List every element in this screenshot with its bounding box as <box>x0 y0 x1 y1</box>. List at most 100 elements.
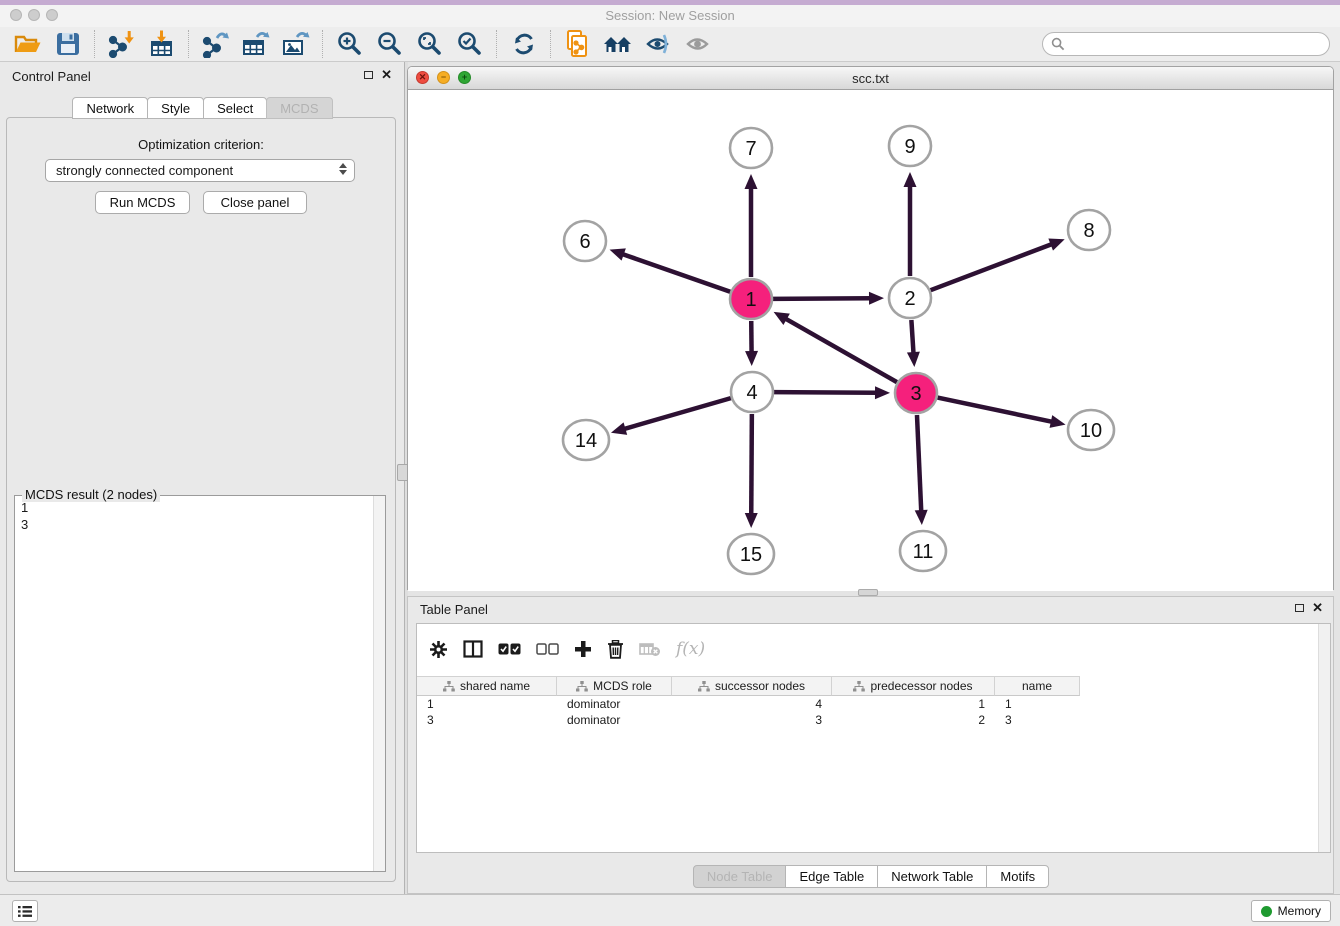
tab-network-table[interactable]: Network Table <box>877 865 987 888</box>
column-type-icon <box>853 681 865 692</box>
graph-edge-1-6[interactable] <box>610 248 731 291</box>
float-panel-icon[interactable] <box>364 71 373 79</box>
tab-select[interactable]: Select <box>203 97 267 119</box>
cell-mcds-role[interactable]: dominator <box>557 697 672 711</box>
graph-edge-3-11[interactable] <box>915 415 928 525</box>
network-file-icon[interactable] <box>558 28 598 60</box>
home-icon[interactable] <box>598 28 638 60</box>
delete-column-icon[interactable] <box>607 640 624 659</box>
deselect-all-icon[interactable] <box>536 643 559 655</box>
column-header-predecessor-nodes[interactable]: predecessor nodes <box>832 676 995 696</box>
mcds-result-item: 1 <box>21 499 373 516</box>
result-scrollbar[interactable] <box>373 496 385 871</box>
graph-node-3[interactable]: 3 <box>895 373 937 413</box>
tab-motifs[interactable]: Motifs <box>986 865 1049 888</box>
status-bar: Memory <box>0 894 1340 926</box>
tab-style[interactable]: Style <box>147 97 204 119</box>
node-label: 15 <box>740 544 762 566</box>
cell-shared-name[interactable]: 3 <box>417 713 557 727</box>
graph-edge-3-10[interactable] <box>938 398 1066 428</box>
tab-edge-table[interactable]: Edge Table <box>785 865 878 888</box>
graph-node-6[interactable]: 6 <box>564 221 606 261</box>
task-history-button[interactable] <box>12 900 38 922</box>
graph-edge-1-4[interactable] <box>745 321 758 366</box>
toolbar-separator <box>188 30 190 58</box>
graph-node-7[interactable]: 7 <box>730 128 772 168</box>
table-scrollbar[interactable] <box>1318 624 1330 852</box>
graph-node-9[interactable]: 9 <box>889 126 931 166</box>
zoom-selected-icon[interactable] <box>450 28 490 60</box>
tab-node-table[interactable]: Node Table <box>693 865 787 888</box>
graph-node-15[interactable]: 15 <box>728 534 774 574</box>
zoom-in-icon[interactable] <box>330 28 370 60</box>
close-panel-button[interactable]: Close panel <box>203 191 307 214</box>
import-network-icon[interactable] <box>102 28 142 60</box>
tab-network[interactable]: Network <box>72 97 148 119</box>
export-network-icon[interactable] <box>196 28 236 60</box>
cell-predecessor-nodes[interactable]: 2 <box>832 713 995 727</box>
cell-shared-name[interactable]: 1 <box>417 697 557 711</box>
table-row[interactable]: 1dominator411 <box>417 696 1318 712</box>
cell-name[interactable]: 3 <box>995 713 1080 727</box>
graph-node-11[interactable]: 11 <box>900 531 946 571</box>
delete-table-icon[interactable] <box>639 642 661 657</box>
column-header-mcds-role[interactable]: MCDS role <box>557 676 672 696</box>
cell-successor-nodes[interactable]: 3 <box>672 713 832 727</box>
show-panel-icon[interactable] <box>678 28 718 60</box>
add-column-icon[interactable] <box>574 640 592 658</box>
cell-name[interactable]: 1 <box>995 697 1080 711</box>
graph-edge-1-7[interactable] <box>745 174 758 277</box>
column-header-shared-name[interactable]: shared name <box>417 676 557 696</box>
split-columns-icon[interactable] <box>463 640 483 658</box>
graph-edge-2-8[interactable] <box>931 238 1065 290</box>
zoom-out-icon[interactable] <box>370 28 410 60</box>
node-label: 4 <box>746 382 757 404</box>
criterion-dropdown[interactable]: strongly connected component <box>45 159 355 182</box>
select-all-icon[interactable] <box>498 643 521 655</box>
graph-edge-4-14[interactable] <box>611 398 731 435</box>
export-table-icon[interactable] <box>236 28 276 60</box>
search-input[interactable] <box>1042 32 1330 56</box>
gear-icon[interactable] <box>429 640 448 659</box>
graph-edge-3-1[interactable] <box>774 312 897 382</box>
import-table-icon[interactable] <box>142 28 182 60</box>
graph-edge-4-3[interactable] <box>774 386 890 399</box>
graph-node-10[interactable]: 10 <box>1068 410 1114 450</box>
close-panel-icon[interactable]: ✕ <box>381 70 392 80</box>
mcds-result-item: 3 <box>21 516 373 533</box>
memory-status-icon <box>1261 906 1272 917</box>
graph-node-4[interactable]: 4 <box>731 372 773 412</box>
hide-panel-icon[interactable] <box>638 28 678 60</box>
graph-edge-2-3[interactable] <box>907 320 920 367</box>
graph-node-8[interactable]: 8 <box>1068 210 1110 250</box>
graph-node-1[interactable]: 1 <box>730 279 772 319</box>
function-builder-icon[interactable]: f(x) <box>676 639 705 659</box>
save-session-icon[interactable] <box>48 28 88 60</box>
tab-mcds[interactable]: MCDS <box>266 97 332 119</box>
criterion-value: strongly connected component <box>56 163 233 178</box>
graph-node-14[interactable]: 14 <box>563 420 609 460</box>
cell-predecessor-nodes[interactable]: 1 <box>832 697 995 711</box>
network-window-titlebar[interactable]: ✕ − + scc.txt <box>408 67 1333 90</box>
float-table-panel-icon[interactable] <box>1295 604 1304 612</box>
cell-mcds-role[interactable]: dominator <box>557 713 672 727</box>
graph-edge-1-2[interactable] <box>773 292 884 305</box>
export-image-icon[interactable] <box>276 28 316 60</box>
close-table-panel-icon[interactable]: ✕ <box>1312 603 1323 613</box>
run-mcds-button[interactable]: Run MCDS <box>95 191 190 214</box>
column-header-successor-nodes[interactable]: successor nodes <box>672 676 832 696</box>
mcds-result-list[interactable]: 13 <box>15 499 373 869</box>
graph-node-2[interactable]: 2 <box>889 278 931 318</box>
zoom-fit-icon[interactable] <box>410 28 450 60</box>
memory-button[interactable]: Memory <box>1251 900 1331 922</box>
graph-edge-4-15[interactable] <box>745 414 758 528</box>
horizontal-splitter-handle[interactable] <box>858 589 878 596</box>
session-title: Session: New Session <box>0 8 1340 23</box>
open-session-icon[interactable] <box>8 28 48 60</box>
refresh-layout-icon[interactable] <box>504 28 544 60</box>
cell-successor-nodes[interactable]: 4 <box>672 697 832 711</box>
graph-edge-2-9[interactable] <box>904 172 917 276</box>
network-canvas[interactable]: 7 9 6 8 1 2 4 3 14 10 15 11 <box>408 90 1333 591</box>
column-header-name[interactable]: name <box>995 676 1080 696</box>
table-row[interactable]: 3dominator323 <box>417 712 1318 728</box>
